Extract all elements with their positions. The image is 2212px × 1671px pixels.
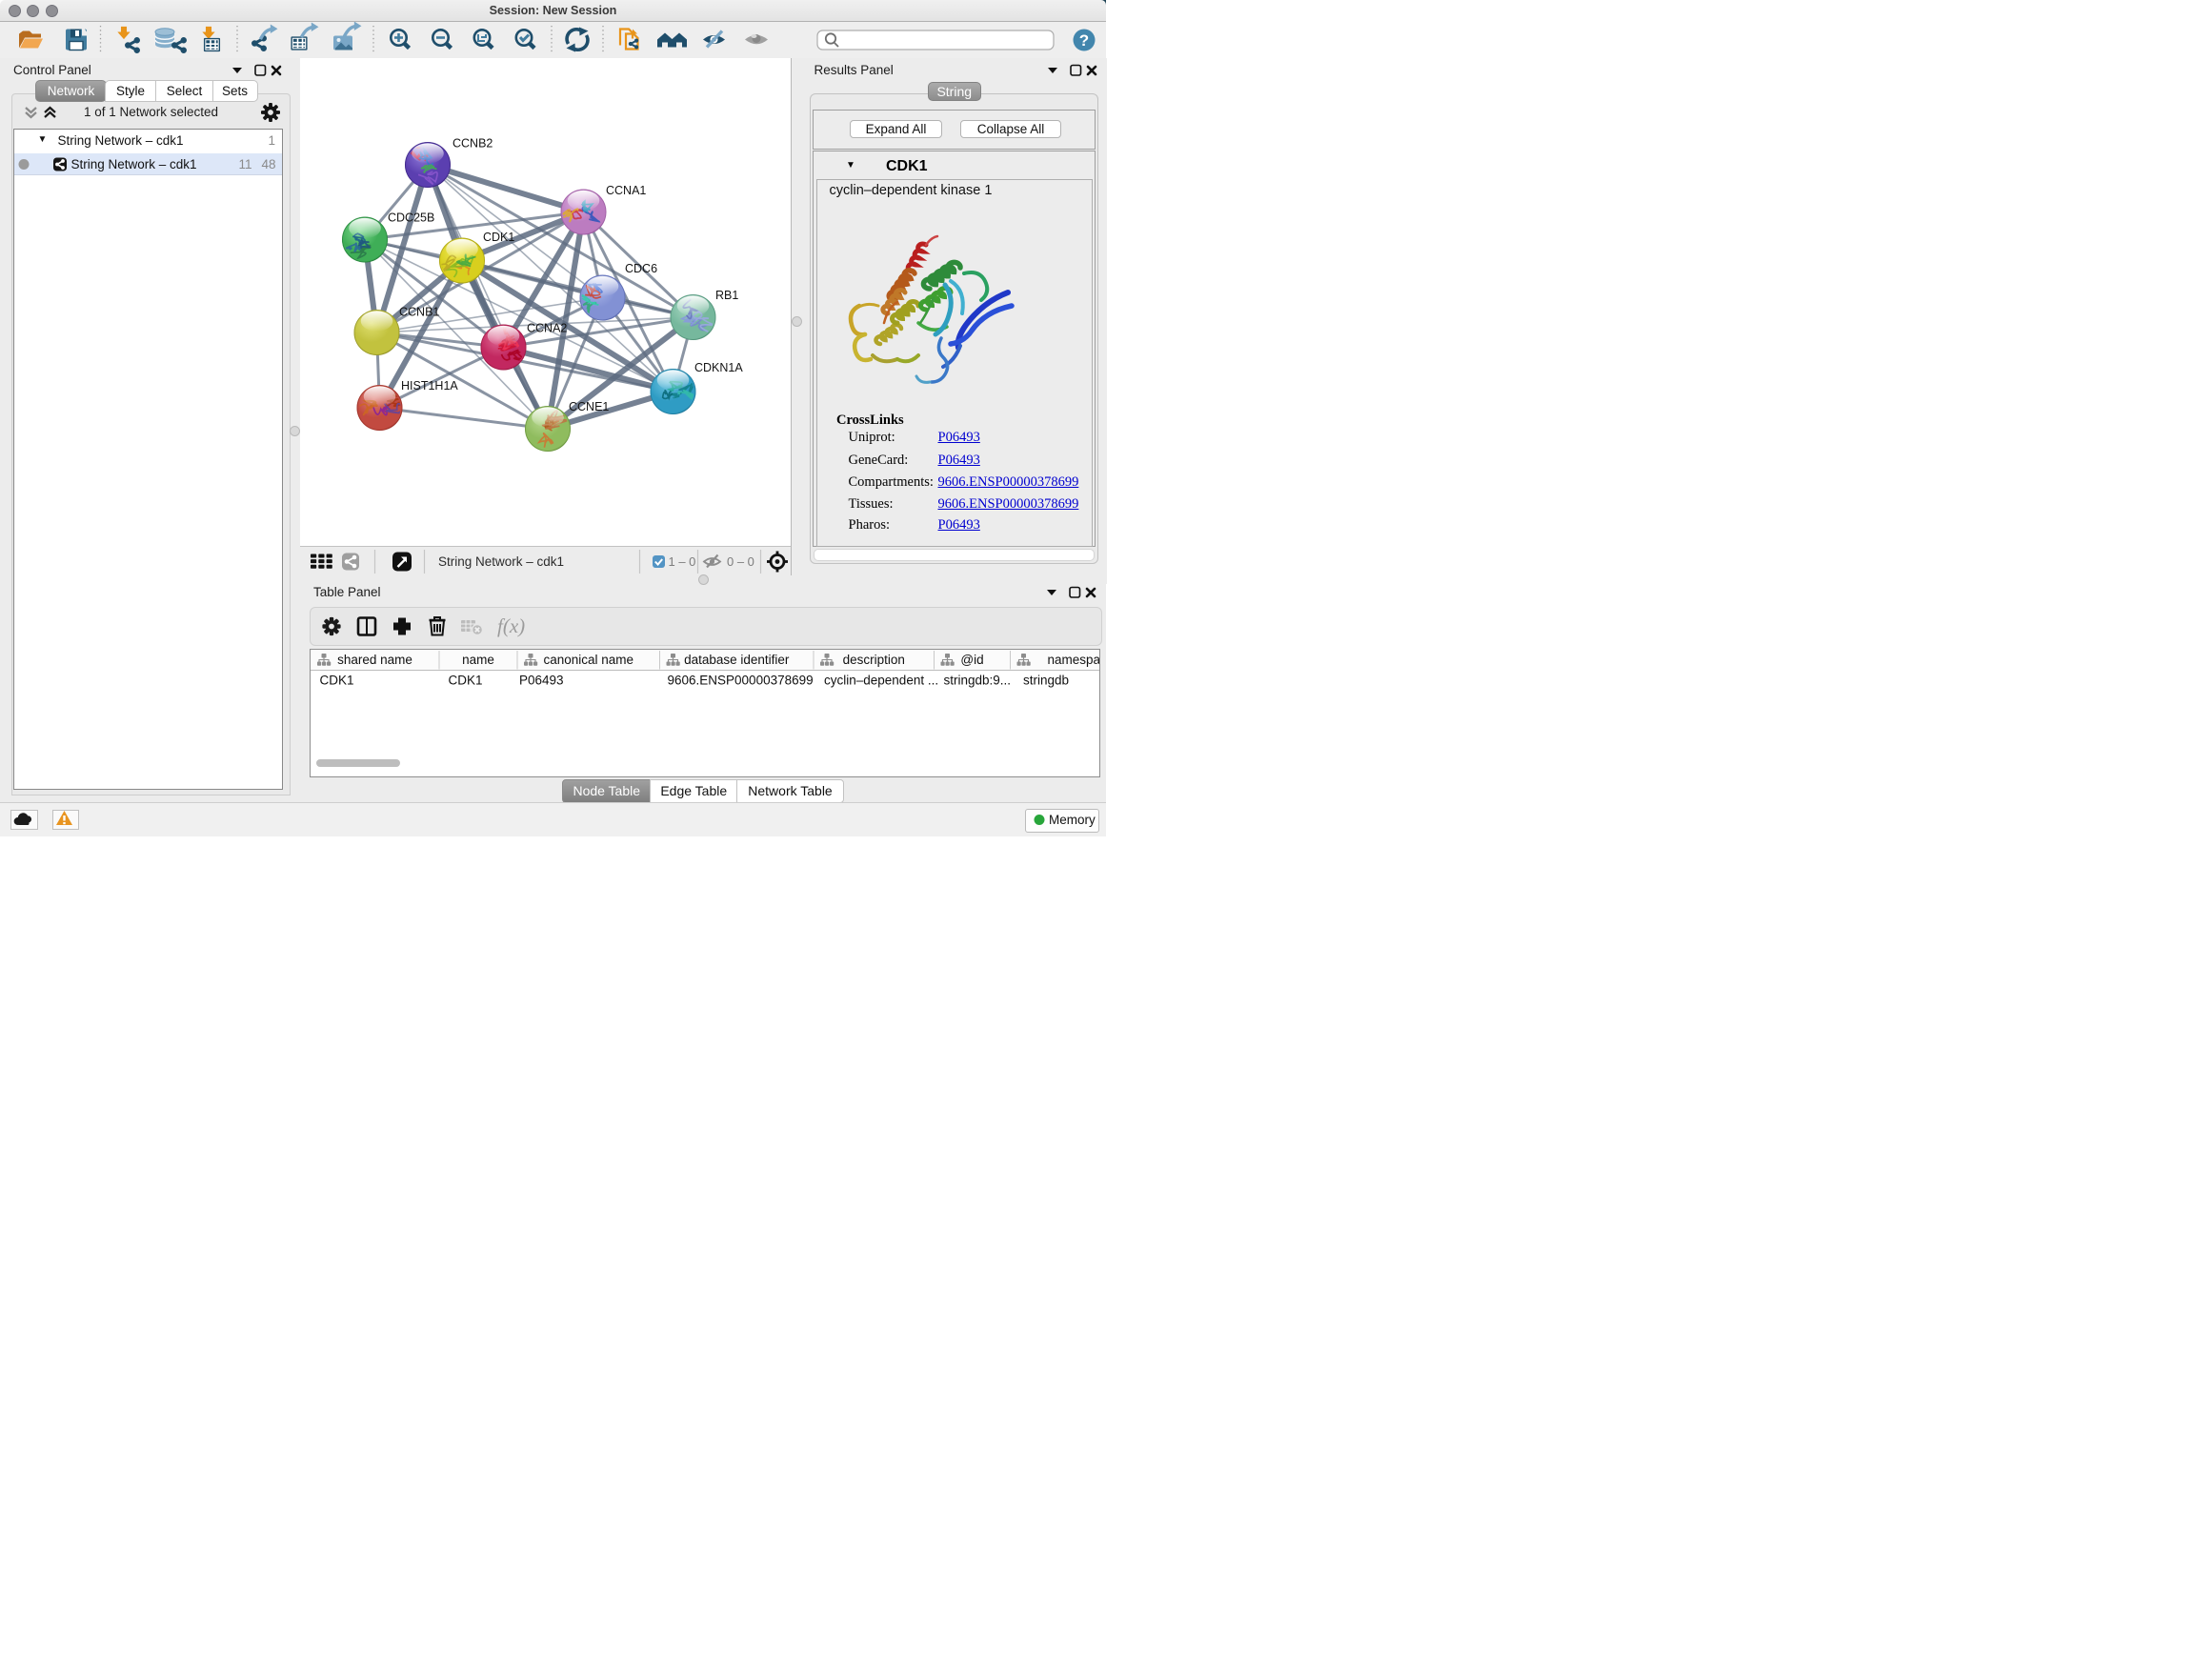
svg-text:stringdb: stringdb <box>1023 674 1069 688</box>
svg-text:RB1: RB1 <box>715 289 738 302</box>
svg-text:name: name <box>462 653 494 667</box>
svg-text:f(x): f(x) <box>497 614 525 637</box>
svg-text:Memory: Memory <box>1049 813 1096 827</box>
svg-text:CCNE1: CCNE1 <box>569 400 609 413</box>
svg-text:description: description <box>842 653 904 667</box>
svg-text:P06493: P06493 <box>519 674 564 688</box>
svg-text:database identifier: database identifier <box>684 653 790 667</box>
svg-text:canonical name: canonical name <box>543 653 633 667</box>
svg-text:@id: @id <box>960 653 983 667</box>
svg-text:CDC25B: CDC25B <box>388 211 434 225</box>
svg-text:CDK1: CDK1 <box>483 231 514 244</box>
svg-text:1 – 0: 1 – 0 <box>669 554 696 569</box>
svg-text:CCNA1: CCNA1 <box>606 184 646 197</box>
svg-text:9606.ENSP00000378699: 9606.ENSP00000378699 <box>667 674 813 688</box>
svg-text:stringdb:9...: stringdb:9... <box>943 674 1011 688</box>
svg-text:CDK1: CDK1 <box>448 674 482 688</box>
svg-text:CCNB2: CCNB2 <box>452 137 493 151</box>
svg-text:CCNA2: CCNA2 <box>527 322 567 335</box>
svg-text:namespace: namespace <box>1047 653 1099 667</box>
svg-text:0 – 0: 0 – 0 <box>727 554 754 569</box>
svg-text:CDK1: CDK1 <box>319 674 353 688</box>
svg-text:CDC6: CDC6 <box>625 262 657 275</box>
svg-text:CDKN1A: CDKN1A <box>694 361 743 374</box>
svg-text:HIST1H1A: HIST1H1A <box>401 379 458 393</box>
svg-text:CCNB1: CCNB1 <box>399 306 439 319</box>
svg-text:shared name: shared name <box>337 653 412 667</box>
svg-text:cyclin–dependent ...: cyclin–dependent ... <box>824 674 938 688</box>
svg-text:?: ? <box>1079 31 1089 50</box>
